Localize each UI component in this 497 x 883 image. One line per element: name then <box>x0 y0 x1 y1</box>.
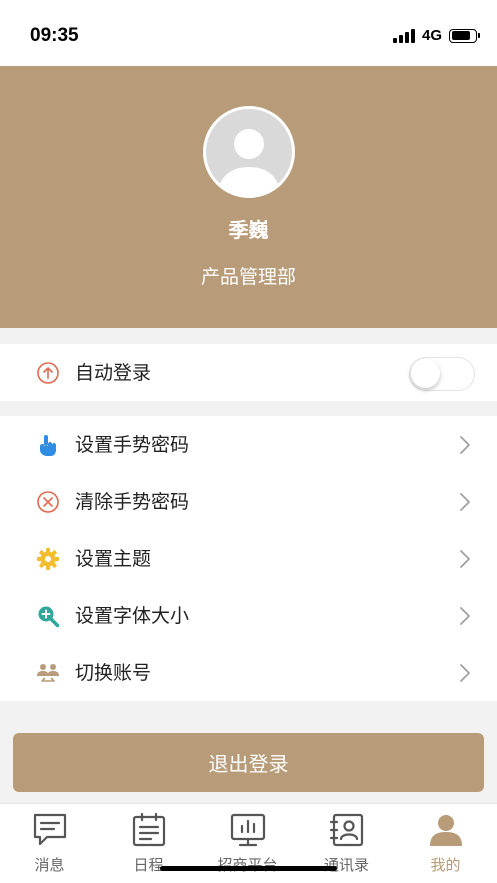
status-indicators: 4G <box>392 27 480 44</box>
settings-row-theme[interactable]: 设置主题 <box>0 530 497 587</box>
settings-row-label: 设置手势密码 <box>75 434 190 456</box>
chevron-right-icon <box>460 550 470 568</box>
message-icon <box>33 813 67 846</box>
user-name: 季巍 <box>228 218 269 242</box>
contacts-icon <box>329 813 364 847</box>
user-department: 产品管理部 <box>200 266 296 288</box>
settings-row-label: 清除手势密码 <box>75 491 190 513</box>
auto-login-label: 自动登录 <box>75 362 152 384</box>
settings-row-label: 切换账号 <box>75 662 152 684</box>
chart-board-icon <box>230 813 266 847</box>
signal-icon <box>392 28 415 43</box>
zoom-plus-icon <box>38 606 60 628</box>
avatar[interactable] <box>203 106 295 198</box>
settings-row-label: 设置主题 <box>75 548 152 570</box>
settings-row-switch-account[interactable]: 切换账号 <box>0 644 497 701</box>
status-bar: 09:35 4G <box>0 0 497 66</box>
tab-messages[interactable]: 消息 <box>0 804 99 883</box>
profile-icon <box>430 815 462 846</box>
auto-login-row: 自动登录 <box>0 344 497 401</box>
chevron-right-icon <box>460 493 470 511</box>
upload-circle-icon <box>37 362 59 384</box>
switch-account-icon <box>37 664 59 682</box>
gear-icon <box>37 548 59 570</box>
settings-row-clear-gesture[interactable]: 清除手势密码 <box>0 473 497 530</box>
hand-pointer-icon <box>40 435 56 456</box>
tab-schedule[interactable]: 日程 <box>99 804 198 883</box>
chevron-right-icon <box>460 607 470 625</box>
settings-row-font-size[interactable]: 设置字体大小 <box>0 587 497 644</box>
home-indicator <box>160 866 337 871</box>
tab-label: 我的 <box>430 856 461 874</box>
battery-icon <box>449 28 480 43</box>
settings-row-label: 设置字体大小 <box>75 605 190 627</box>
toggle-knob <box>411 359 440 388</box>
clear-circle-icon <box>37 491 59 513</box>
tab-contacts[interactable]: 通讯录 <box>297 804 396 883</box>
calendar-icon <box>132 812 166 847</box>
settings-row-gesture[interactable]: 设置手势密码 <box>0 416 497 473</box>
tab-label: 消息 <box>34 856 65 874</box>
tab-label: 通讯录 <box>323 856 369 874</box>
status-time: 09:35 <box>30 25 79 46</box>
logout-button[interactable]: 退出登录 <box>13 733 484 792</box>
chevron-right-icon <box>460 664 470 682</box>
tab-investment-platform[interactable]: 招商平台 <box>198 804 297 883</box>
auto-login-toggle[interactable] <box>409 357 475 391</box>
chevron-right-icon <box>460 436 470 454</box>
tab-label: 招商平台 <box>217 856 278 874</box>
tab-mine[interactable]: 我的 <box>396 804 495 883</box>
tab-label: 日程 <box>133 856 164 874</box>
network-type: 4G <box>421 27 442 44</box>
tab-bar: 消息 日程 招商平台 通讯录 我的 <box>0 803 497 883</box>
